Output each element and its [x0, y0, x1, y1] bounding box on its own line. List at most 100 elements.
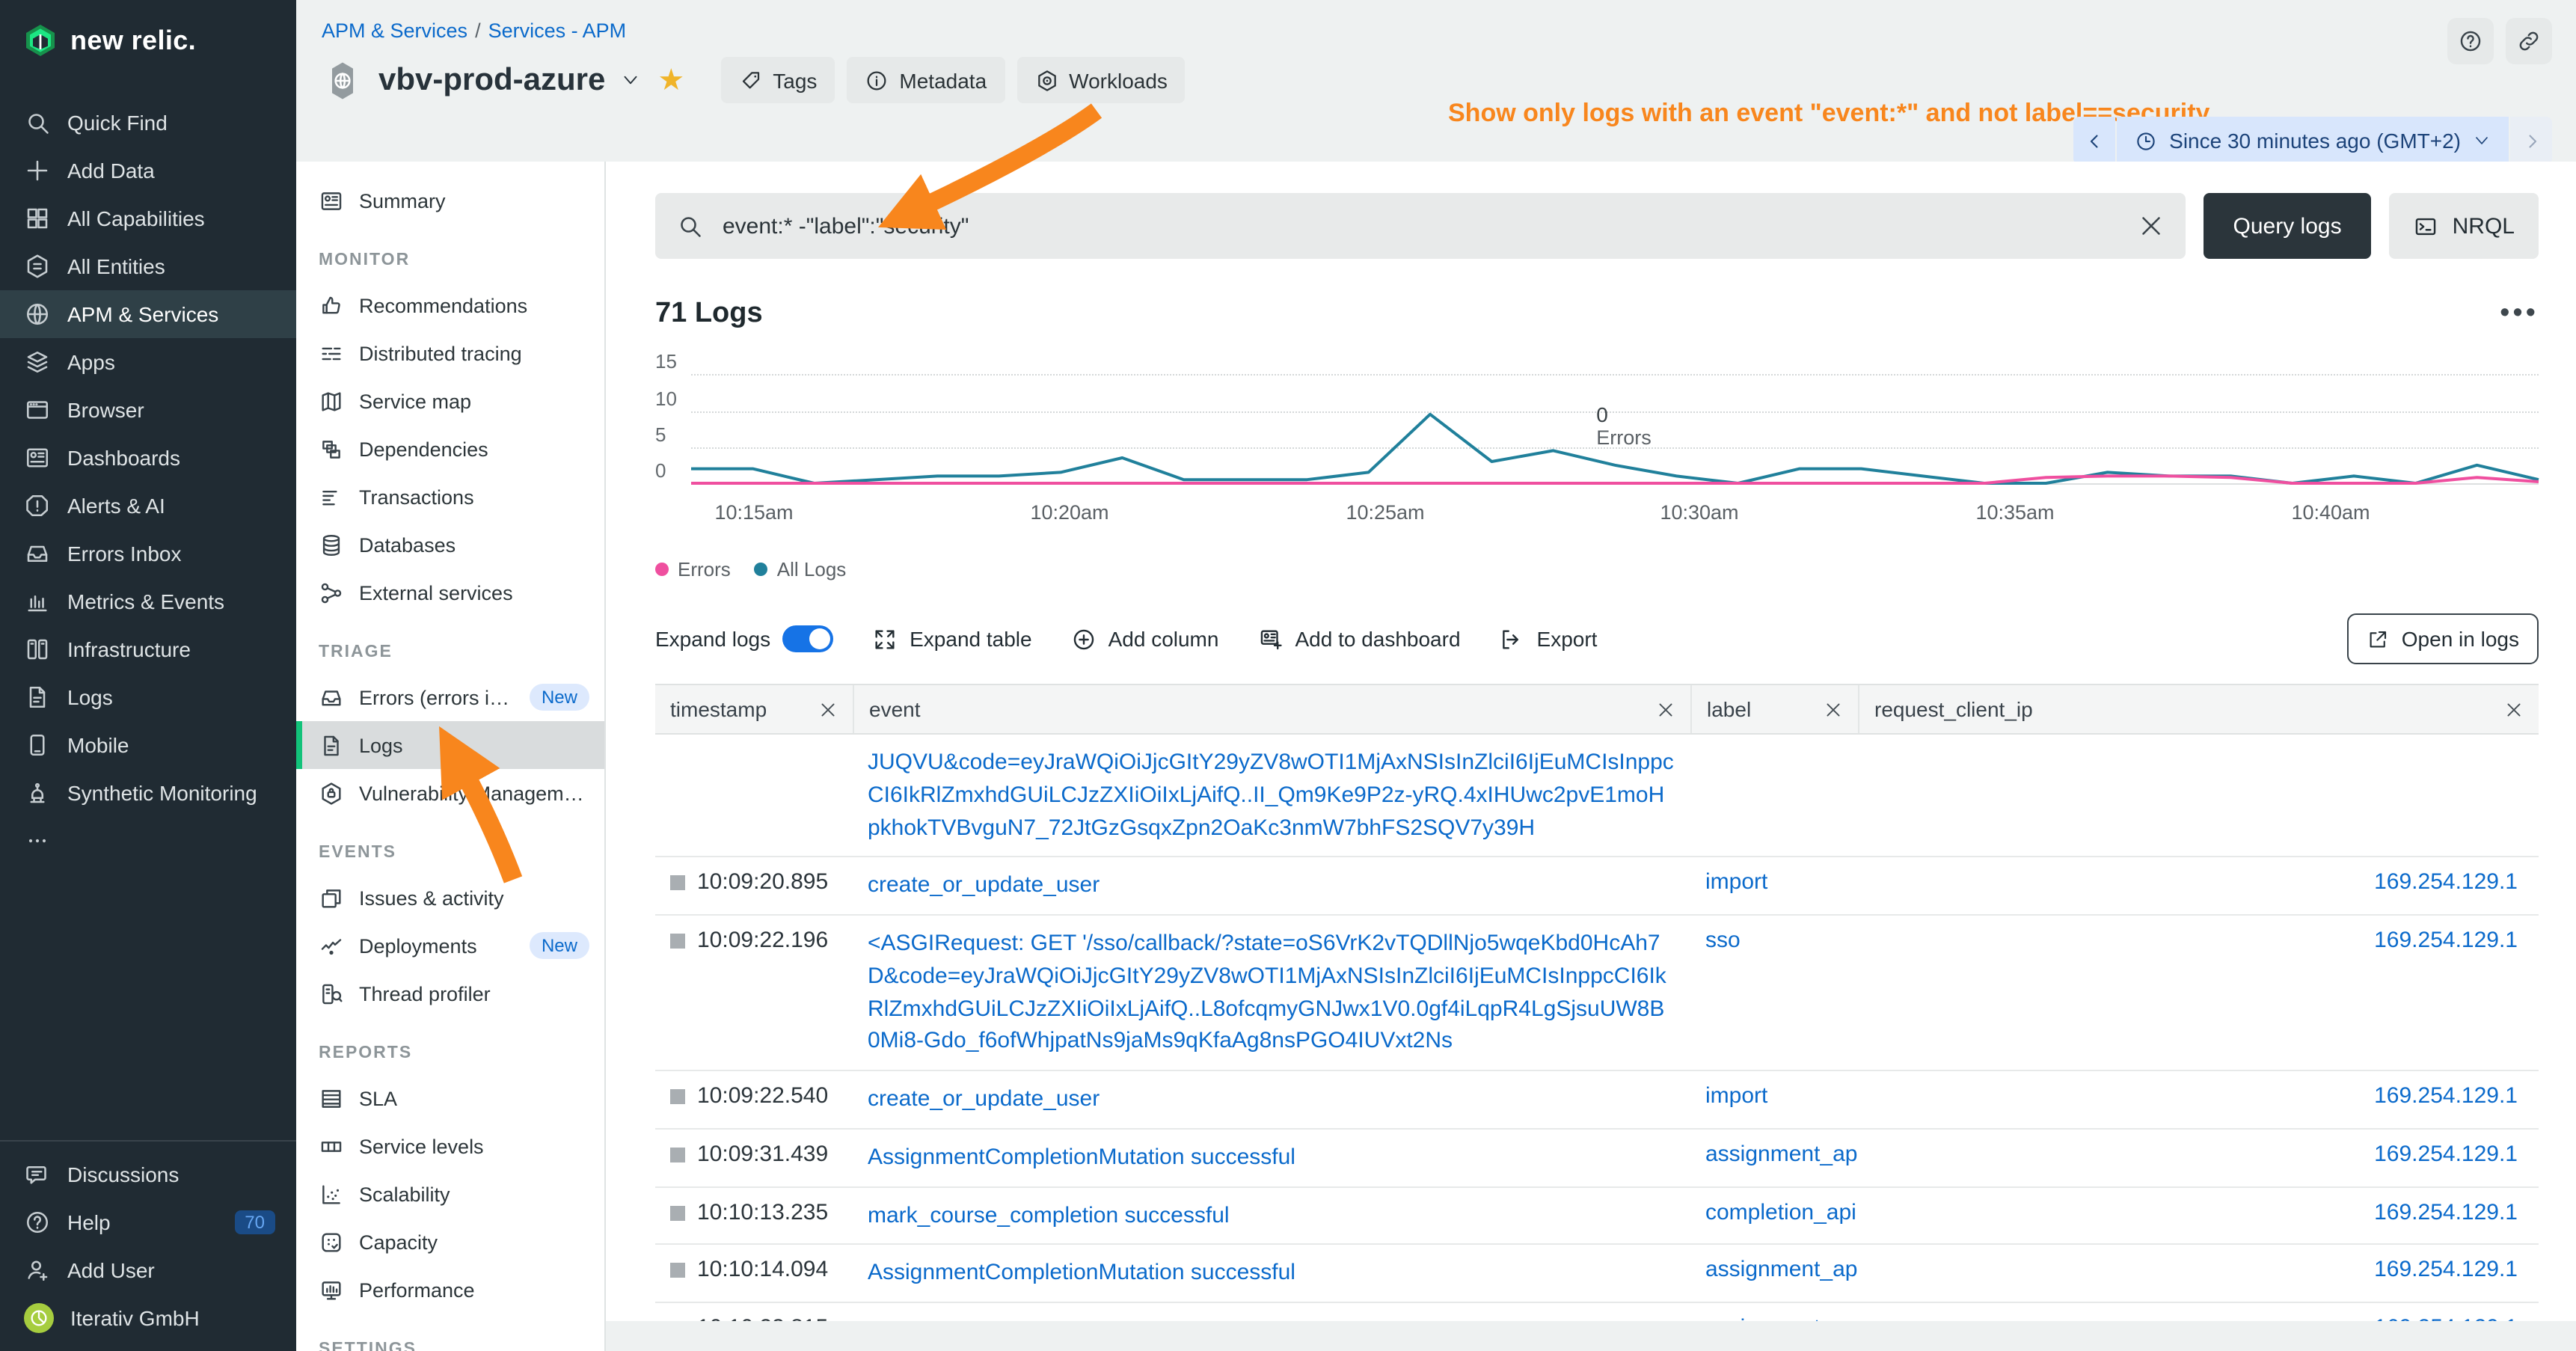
table-row[interactable]: 10:09:20.895 create_or_update_user impor… [655, 858, 2539, 916]
ip-link[interactable]: 169.254.129.1 [2374, 1199, 2518, 1225]
help-button[interactable] [2447, 18, 2494, 64]
column-header-timestamp[interactable]: timestamp [655, 685, 853, 733]
column-header-label[interactable]: label [1690, 685, 1858, 733]
panel-menu-icon[interactable]: ••• [2500, 308, 2539, 320]
sidebar-item-help[interactable]: Help70 [0, 1198, 296, 1246]
legend-item-all-logs[interactable]: All Logs [755, 558, 847, 580]
open-in-logs-button[interactable]: Open in logs [2348, 613, 2539, 664]
ip-link[interactable]: 169.254.129.1 [2374, 928, 2518, 953]
subnav-item-service-map[interactable]: Service map [296, 377, 604, 425]
subnav-item-thread-profiler[interactable]: Thread profiler [296, 969, 604, 1017]
sidebar-item-discussions[interactable]: Discussions [0, 1151, 296, 1198]
subnav-item-service-levels[interactable]: Service levels [296, 1122, 604, 1170]
clear-query-icon[interactable] [2138, 212, 2165, 239]
label-link[interactable]: assignment_api [1705, 1142, 1858, 1167]
label-link[interactable]: completion_api [1705, 1199, 1856, 1225]
nrql-button[interactable]: NRQL [2390, 193, 2539, 259]
log-query-box[interactable] [655, 193, 2186, 259]
sidebar-item-add-data[interactable]: Add Data [0, 147, 296, 194]
subnav-item-databases[interactable]: Databases [296, 521, 604, 569]
toggle-on-icon[interactable] [782, 625, 833, 652]
sidebar-item-alerts-ai[interactable]: Alerts & AI [0, 482, 296, 530]
metadata-button[interactable]: Metadata [847, 57, 1005, 103]
sidebar-item-infrastructure[interactable]: Infrastructure [0, 625, 296, 673]
subnav-item-logs[interactable]: Logs [296, 721, 604, 769]
time-back-button[interactable] [2073, 117, 2115, 165]
sidebar-item-mobile[interactable]: Mobile [0, 721, 296, 769]
subnav-item-capacity[interactable]: Capacity [296, 1218, 604, 1266]
table-row[interactable]: 10:09:22.196 <ASGIRequest: GET '/sso/cal… [655, 916, 2539, 1071]
sidebar-item-all-capabilities[interactable]: All Capabilities [0, 194, 296, 242]
sidebar-item-errors-inbox[interactable]: Errors Inbox [0, 530, 296, 578]
chart-plot-area[interactable]: 0 Errors [691, 364, 2539, 483]
row-marker-icon[interactable] [670, 1089, 685, 1104]
remove-column-icon[interactable] [2504, 699, 2524, 719]
label-link[interactable]: assignment_api [1705, 1257, 1858, 1283]
label-link[interactable]: import [1705, 1083, 1767, 1109]
breadcrumb-link-apm[interactable]: APM & Services [322, 19, 467, 42]
subnav-item-scalability[interactable]: Scalability [296, 1170, 604, 1218]
time-forward-button[interactable] [2510, 117, 2552, 165]
sidebar-item-all-entities[interactable]: All Entities [0, 242, 296, 290]
table-row[interactable]: 10:09:31.439 AssignmentCompletionMutatio… [655, 1130, 2539, 1188]
ip-link[interactable]: 169.254.129.1 [2374, 1083, 2518, 1109]
subnav-item-transactions[interactable]: Transactions [296, 473, 604, 521]
event-link[interactable]: JUQVU&code=eyJraWQiOiJjcGItY29yZV8wOTI1M… [868, 750, 1674, 840]
sidebar-item-quick-find[interactable]: Quick Find [0, 99, 296, 147]
event-link[interactable]: AssignmentCompletionMutation successful [868, 1145, 1295, 1170]
label-link[interactable]: import [1705, 870, 1767, 895]
expand-logs-toggle[interactable]: Expand logs [655, 625, 833, 652]
new-relic-logo[interactable]: new relic. [0, 0, 296, 58]
column-header-event[interactable]: event [853, 685, 1690, 733]
subnav-item-deployments[interactable]: Deployments New [296, 922, 604, 969]
table-row[interactable]: JUQVU&code=eyJraWQiOiJjcGItY29yZV8wOTI1M… [655, 735, 2539, 858]
row-marker-icon[interactable] [670, 1263, 685, 1278]
subnav-item-issues-activity[interactable]: Issues & activity [296, 874, 604, 922]
row-marker-icon[interactable] [670, 1148, 685, 1162]
sidebar-item-dashboards[interactable]: Dashboards [0, 434, 296, 482]
table-row[interactable]: 10:10:13.235 mark_course_completion succ… [655, 1187, 2539, 1246]
event-link[interactable]: AssignmentCompletionMutation successful [868, 1260, 1295, 1286]
label-link[interactable]: sso [1705, 928, 1741, 953]
sidebar-item-browser[interactable]: Browser [0, 386, 296, 434]
column-header-request-client-ip[interactable]: request_client_ip [1858, 685, 2539, 733]
log-query-input[interactable] [720, 212, 2121, 240]
export-button[interactable]: Export [1500, 626, 1598, 652]
subnav-item-performance[interactable]: Performance [296, 1266, 604, 1314]
row-marker-icon[interactable] [670, 1205, 685, 1220]
sidebar-item-synthetic-monitoring[interactable]: Synthetic Monitoring [0, 769, 296, 817]
event-link[interactable]: create_or_update_user [868, 1086, 1100, 1112]
sidebar-item-apps[interactable]: Apps [0, 338, 296, 386]
row-marker-icon[interactable] [670, 876, 685, 891]
ip-link[interactable]: 169.254.129.1 [2374, 1142, 2518, 1167]
event-link[interactable]: <ASGIRequest: GET '/sso/callback/?state=… [868, 931, 1666, 1054]
subnav-item-external-services[interactable]: External services [296, 569, 604, 616]
remove-column-icon[interactable] [818, 699, 838, 719]
sidebar-item-add-user[interactable]: Add User [0, 1246, 296, 1294]
ip-link[interactable]: 169.254.129.1 [2374, 1257, 2518, 1283]
add-to-dashboard-button[interactable]: Add to dashboard [1257, 626, 1460, 652]
add-column-button[interactable]: Add column [1071, 626, 1219, 652]
remove-column-icon[interactable] [1824, 699, 1843, 719]
event-link[interactable]: mark_course_completion successful [868, 1202, 1230, 1228]
subnav-item-dependencies[interactable]: Dependencies [296, 425, 604, 473]
remove-column-icon[interactable] [1656, 699, 1675, 719]
row-marker-icon[interactable] [670, 934, 685, 949]
tags-button[interactable]: Tags [720, 57, 835, 103]
sidebar-item-metrics-events[interactable]: Metrics & Events [0, 578, 296, 625]
table-row[interactable]: 10:10:14.094 AssignmentCompletionMutatio… [655, 1246, 2539, 1304]
query-logs-button[interactable]: Query logs [2204, 193, 2372, 259]
subnav-item-distributed-tracing[interactable]: Distributed tracing [296, 329, 604, 377]
subnav-item-errors-errors-inb[interactable]: Errors (errors inb... New [296, 673, 604, 721]
sidebar-item-logs[interactable]: Logs [0, 673, 296, 721]
expand-table-button[interactable]: Expand table [872, 626, 1031, 652]
breadcrumb-link-services[interactable]: Services - APM [488, 19, 627, 42]
title-chevron-down-icon[interactable] [620, 70, 640, 90]
time-range-button[interactable]: Since 30 minutes ago (GMT+2) [2117, 117, 2509, 165]
table-row[interactable]: 10:09:22.540 create_or_update_user impor… [655, 1071, 2539, 1130]
subnav-item-recommendations[interactable]: Recommendations [296, 281, 604, 329]
subnav-item-sla[interactable]: SLA [296, 1074, 604, 1122]
sidebar-item-item[interactable] [0, 817, 296, 865]
workloads-button[interactable]: Workloads [1016, 57, 1186, 103]
permalink-button[interactable] [2506, 18, 2552, 64]
